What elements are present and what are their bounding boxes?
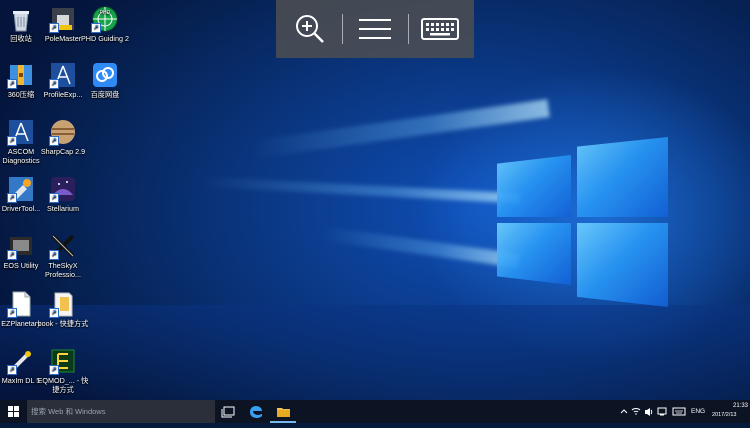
edge-browser-button[interactable] — [243, 400, 269, 423]
task-view-icon — [221, 406, 235, 418]
desktop-icon-book-shortcut[interactable]: ↗ book - 快捷方式 — [36, 290, 90, 329]
clock-time[interactable]: 21:33 — [718, 403, 748, 409]
drivertool-icon: ↗ — [7, 175, 35, 203]
desktop-icon-baidu-netdisk[interactable]: 百度网盘 — [78, 61, 132, 100]
tray-network[interactable] — [656, 400, 668, 423]
recycle-bin-icon — [7, 5, 35, 33]
keyboard-icon — [421, 18, 459, 40]
sharpcap-icon: ↗ — [49, 118, 77, 146]
input-language[interactable]: ENG — [691, 408, 705, 415]
desktop-wallpaper: 回收站 ↗ PoleMaster PHD ↗ PHD Guiding 2 ↗ 3… — [0, 0, 750, 400]
light-beam — [199, 176, 521, 204]
remote-toolbar — [276, 0, 474, 58]
taskbar-search-box[interactable]: 搜索 Web 和 Windows — [27, 400, 215, 423]
wallpaper-floor — [0, 305, 750, 400]
wifi-icon — [631, 408, 641, 415]
desktop-icon-eqmod[interactable]: ↗ EQMOD_... - 快捷方式 — [36, 347, 90, 394]
eqmod-icon: ↗ — [49, 347, 77, 375]
start-button[interactable] — [0, 400, 27, 423]
maxim-dl-icon: ↗ — [7, 347, 35, 375]
svg-text:PHD: PHD — [100, 10, 111, 16]
keyboard-icon — [672, 407, 686, 416]
zoom-in-icon — [296, 15, 324, 43]
polemaster-icon: ↗ — [49, 5, 77, 33]
theskyx-icon: ↗ — [49, 232, 77, 260]
baidu-netdisk-icon — [91, 61, 119, 89]
tray-volume[interactable] — [643, 400, 655, 423]
eos-utility-icon: ↗ — [7, 232, 35, 260]
folder-icon — [277, 408, 290, 417]
icon-label: TheSkyX Professio... — [45, 261, 81, 279]
document-icon: ↗ — [7, 290, 35, 318]
desktop-icon-stellarium[interactable]: ↗ Stellarium — [36, 175, 90, 214]
chevron-up-icon — [620, 409, 628, 414]
folder-icon: ↗ — [49, 290, 77, 318]
windows-logo — [497, 137, 668, 307]
tray-wifi[interactable] — [630, 400, 642, 423]
stellarium-icon: ↗ — [49, 175, 77, 203]
clock-date[interactable]: 2017/2/13 — [712, 412, 736, 418]
phd-guiding-icon: PHD ↗ — [91, 5, 119, 33]
icon-label: PHD Guiding 2 — [81, 34, 129, 43]
edge-icon — [250, 406, 262, 418]
file-explorer-button[interactable] — [270, 400, 296, 423]
network-icon — [657, 407, 667, 416]
toolbar-divider — [342, 14, 343, 44]
search-placeholder: 搜索 Web 和 Windows — [31, 407, 106, 416]
windows-start-icon — [8, 406, 19, 417]
toolbar-divider — [408, 14, 409, 44]
volume-icon — [645, 408, 653, 416]
tray-keyboard[interactable] — [671, 400, 687, 423]
icon-label: 百度网盘 — [90, 90, 120, 99]
hamburger-icon — [359, 19, 391, 39]
task-view-button[interactable] — [216, 400, 242, 423]
taskbar: 搜索 Web 和 Windows ENG 21:33 2017/2/13 — [0, 400, 750, 423]
icon-label: book - 快捷方式 — [37, 319, 89, 328]
zip-icon: ↗ — [7, 61, 35, 89]
zoom-button[interactable] — [290, 10, 330, 48]
tray-overflow-button[interactable] — [618, 400, 630, 423]
icon-label: Stellarium — [47, 204, 79, 213]
ascom-diagnostics-icon: ↗ — [7, 118, 35, 146]
desktop-icon-phd-guiding[interactable]: PHD ↗ PHD Guiding 2 — [78, 5, 132, 44]
desktop-icon-sharpcap[interactable]: ↗ SharpCap 2.9 — [36, 118, 90, 157]
light-beam — [319, 226, 521, 268]
icon-label: SharpCap 2.9 — [40, 147, 86, 156]
menu-button[interactable] — [355, 10, 395, 48]
ascom-profile-icon: ↗ — [49, 61, 77, 89]
icon-label: EQMOD_... - 快捷方式 — [37, 376, 89, 394]
desktop-icon-theskyx[interactable]: ↗ TheSkyX Professio... — [36, 232, 90, 279]
keyboard-button[interactable] — [420, 10, 460, 48]
